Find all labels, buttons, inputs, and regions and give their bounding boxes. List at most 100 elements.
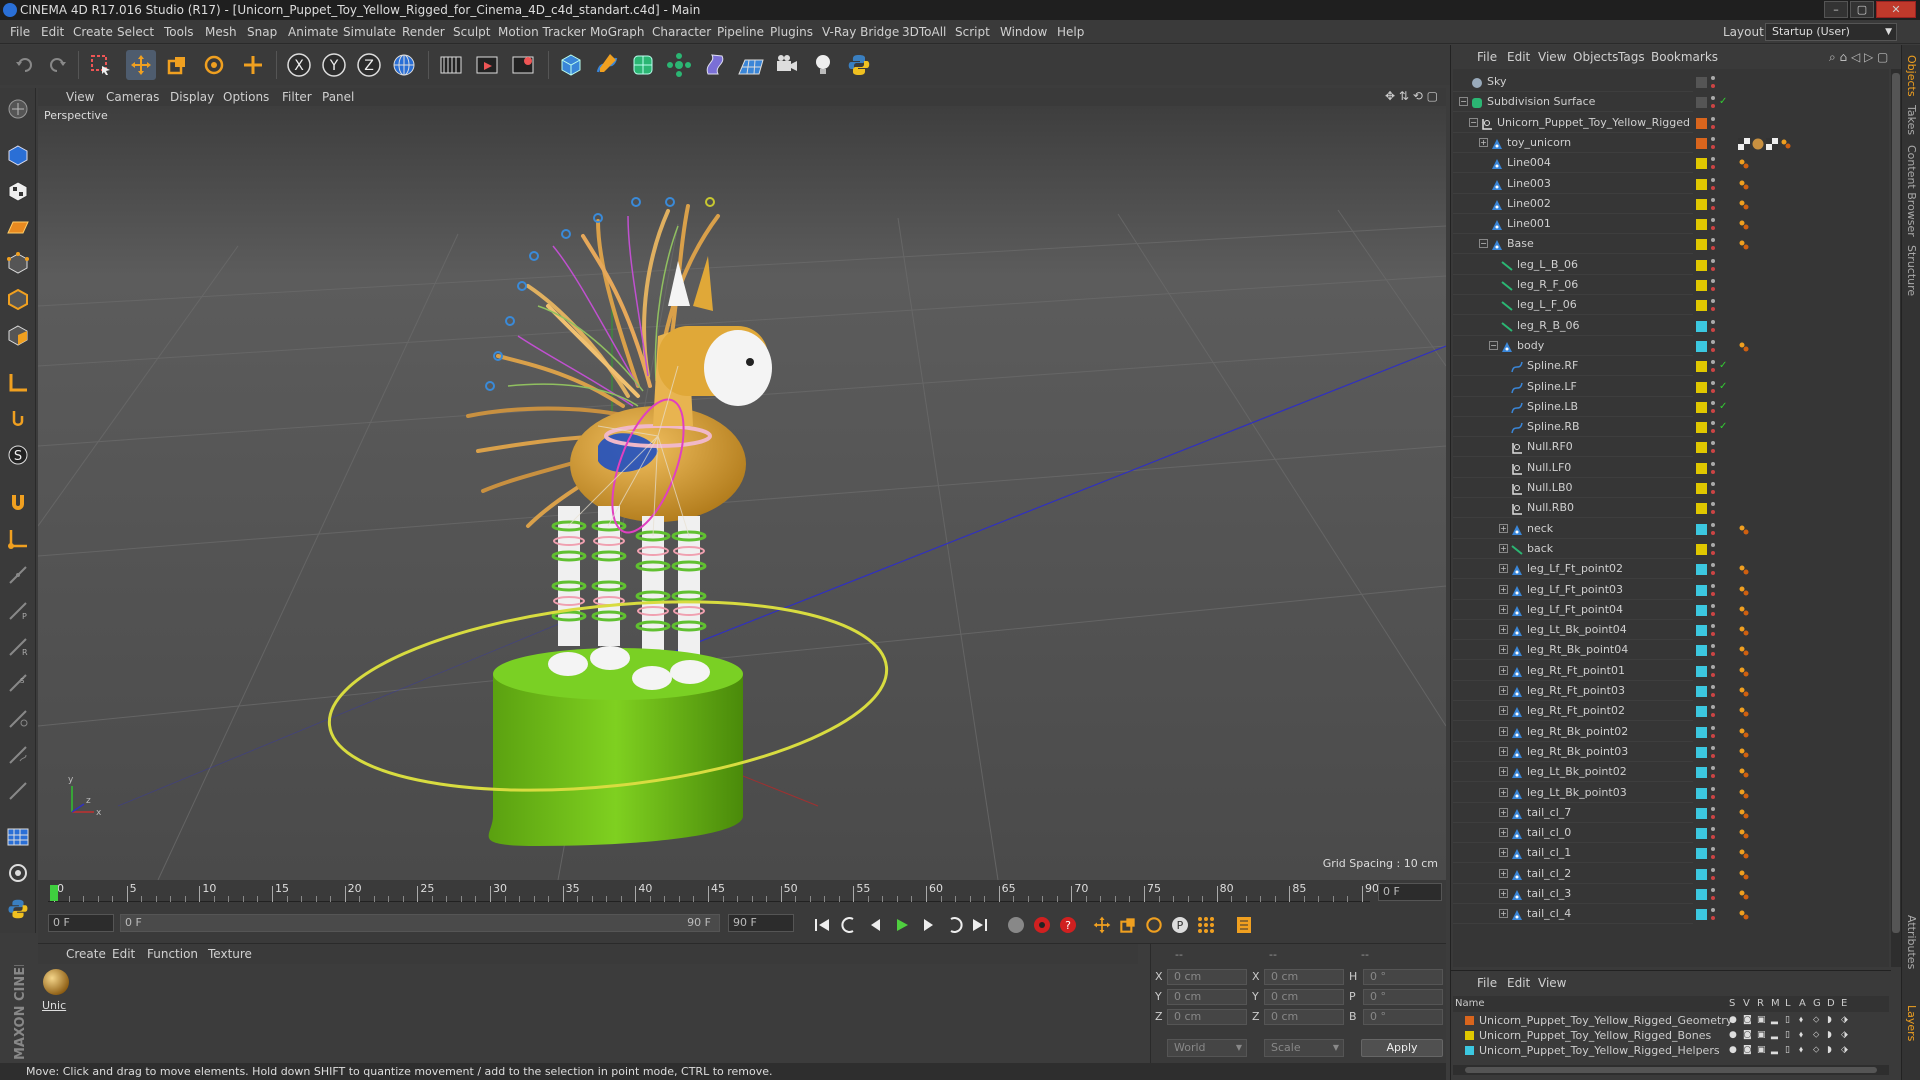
render-visibility-dot[interactable]: [1711, 408, 1715, 413]
move-tool-button[interactable]: [126, 50, 156, 80]
viewport-menu-view[interactable]: View: [66, 88, 94, 106]
make-editable-button[interactable]: [3, 94, 33, 124]
layout-select[interactable]: Startup (User) ▼: [1765, 23, 1897, 41]
render-visibility-dot[interactable]: [1711, 571, 1715, 576]
render-visibility-dot[interactable]: [1711, 246, 1715, 251]
object-menu-file[interactable]: File: [1477, 45, 1497, 69]
layer-color-swatch[interactable]: [1696, 726, 1707, 738]
layer-color-swatch[interactable]: [1696, 523, 1707, 535]
expand-icon[interactable]: +: [1499, 706, 1508, 716]
layer-toggle-icon[interactable]: ◗: [1827, 1013, 1832, 1028]
minimize-button[interactable]: –: [1824, 1, 1848, 18]
editor-visibility-dot[interactable]: [1711, 908, 1715, 913]
object-row[interactable]: Spline.RF ✓: [1453, 356, 1889, 377]
render-visibility-dot[interactable]: [1711, 205, 1715, 210]
layer-column-l[interactable]: L: [1785, 996, 1791, 1012]
weight-tag-icon[interactable]: [1738, 766, 1750, 778]
layer-color-swatch[interactable]: [1696, 239, 1707, 251]
keyframe-selection-button[interactable]: ?: [1056, 913, 1080, 937]
light-button[interactable]: [808, 50, 838, 80]
render-visibility-dot[interactable]: [1711, 388, 1715, 393]
layer-row[interactable]: Unicorn_Puppet_Toy_Yellow_Rigged_Geometr…: [1453, 1013, 1889, 1028]
weight-tag-icon[interactable]: [1738, 746, 1750, 758]
object-row[interactable]: + leg_Lt_Bk_point02: [1453, 762, 1889, 783]
object-row[interactable]: − Unicorn_Puppet_Toy_Yellow_Rigged: [1453, 113, 1889, 133]
side-tab-objects[interactable]: Objects: [1905, 55, 1918, 97]
side-tab-layers[interactable]: Layers: [1905, 1005, 1918, 1041]
sphere-tag-icon[interactable]: [1752, 137, 1764, 150]
weight-tag-icon[interactable]: [1738, 847, 1750, 859]
layer-color-swatch[interactable]: [1696, 300, 1707, 312]
editor-visibility-dot[interactable]: [1711, 319, 1715, 324]
material-menu-edit[interactable]: Edit: [112, 944, 135, 964]
render-view-button[interactable]: [436, 50, 466, 80]
layer-toggle-icon[interactable]: ⬦: [1813, 1013, 1819, 1028]
weight-tag-icon[interactable]: [1738, 868, 1750, 880]
render-visibility-dot[interactable]: [1711, 693, 1715, 697]
editor-visibility-dot[interactable]: [1711, 116, 1715, 121]
workplane-button[interactable]: [3, 212, 33, 242]
render-visibility-dot[interactable]: [1711, 916, 1715, 921]
layer-column-name[interactable]: Name: [1455, 996, 1485, 1012]
weight-tag-icon[interactable]: [1780, 137, 1792, 149]
weight-tag-icon[interactable]: [1738, 644, 1750, 656]
editor-visibility-dot[interactable]: [1711, 380, 1715, 385]
perspective-viewport[interactable]: y x z Perspective Grid Spacing : 10 cm: [38, 106, 1446, 880]
layer-row[interactable]: Unicorn_Puppet_Toy_Yellow_Rigged_Helpers…: [1453, 1043, 1889, 1058]
expand-icon[interactable]: +: [1499, 848, 1508, 858]
timeline-view-button[interactable]: [1232, 913, 1256, 937]
layer-toggle-icon[interactable]: ⬗: [1841, 1043, 1848, 1058]
layer-color-swatch[interactable]: [1696, 137, 1707, 149]
object-row[interactable]: Line002: [1453, 194, 1889, 214]
render-visibility-dot[interactable]: [1711, 855, 1715, 860]
layer-toggle-icon[interactable]: ▯: [1785, 1028, 1790, 1043]
material-menu-create[interactable]: Create: [66, 944, 106, 964]
layer-color-swatch[interactable]: [1696, 848, 1707, 860]
layer-color-swatch[interactable]: [1696, 686, 1707, 697]
editor-visibility-dot[interactable]: [1711, 157, 1715, 162]
render-visibility-dot[interactable]: [1711, 875, 1715, 880]
layer-color-swatch[interactable]: [1696, 645, 1707, 657]
layer-color-swatch[interactable]: [1696, 259, 1707, 271]
layer-color-swatch[interactable]: [1696, 117, 1707, 129]
object-manager-nav-icons[interactable]: ⌕ ⌂ ◁ ▷ ▢: [1829, 45, 1888, 69]
expand-icon[interactable]: +: [1499, 625, 1508, 635]
layer-column-s[interactable]: S: [1729, 996, 1735, 1012]
layer-column-e[interactable]: E: [1841, 996, 1847, 1012]
collapse-icon[interactable]: −: [1479, 239, 1488, 249]
render-visibility-dot[interactable]: [1711, 84, 1715, 88]
weight-tag-icon[interactable]: [1738, 584, 1750, 596]
weight-tag-icon[interactable]: [1738, 563, 1750, 575]
close-button[interactable]: ✕: [1876, 1, 1916, 18]
editor-visibility-dot[interactable]: [1711, 806, 1715, 811]
menu-select[interactable]: Select: [117, 20, 154, 44]
viewport-menu-display[interactable]: Display: [170, 88, 214, 106]
render-visibility-dot[interactable]: [1711, 611, 1715, 616]
object-row[interactable]: Null.LB0: [1453, 478, 1889, 498]
array-button[interactable]: [664, 50, 694, 80]
rotation-p-field[interactable]: 0 °: [1363, 989, 1443, 1005]
end-frame-field[interactable]: 90 F: [728, 914, 794, 932]
object-row[interactable]: Line003: [1453, 174, 1889, 194]
next-key-button[interactable]: [942, 913, 966, 937]
render-visibility-dot[interactable]: [1711, 144, 1715, 149]
layer-toggle-icon[interactable]: ⬦: [1813, 1028, 1819, 1043]
weight-tag-icon[interactable]: [1738, 665, 1750, 677]
object-row[interactable]: Sky: [1453, 72, 1889, 92]
render-picture-viewer-button[interactable]: [472, 50, 502, 80]
render-visibility-dot[interactable]: [1711, 266, 1715, 271]
layer-column-v[interactable]: V: [1743, 996, 1750, 1012]
render-visibility-dot[interactable]: [1711, 307, 1715, 312]
editor-visibility-dot[interactable]: [1711, 725, 1715, 730]
object-row[interactable]: + tail_cl_1: [1453, 843, 1889, 864]
camera-button[interactable]: [772, 50, 802, 80]
editor-visibility-dot[interactable]: [1711, 96, 1715, 101]
size-z-field[interactable]: 0 cm: [1264, 1009, 1344, 1025]
apply-button[interactable]: Apply: [1361, 1039, 1443, 1057]
render-visibility-dot[interactable]: [1711, 124, 1715, 129]
layer-color-swatch[interactable]: [1696, 178, 1707, 190]
enabled-check-icon[interactable]: ✓: [1719, 356, 1727, 376]
layer-color-swatch[interactable]: [1696, 625, 1707, 637]
weight-tag-icon[interactable]: [1738, 624, 1750, 636]
weight-tag-icon[interactable]: [1738, 787, 1750, 799]
